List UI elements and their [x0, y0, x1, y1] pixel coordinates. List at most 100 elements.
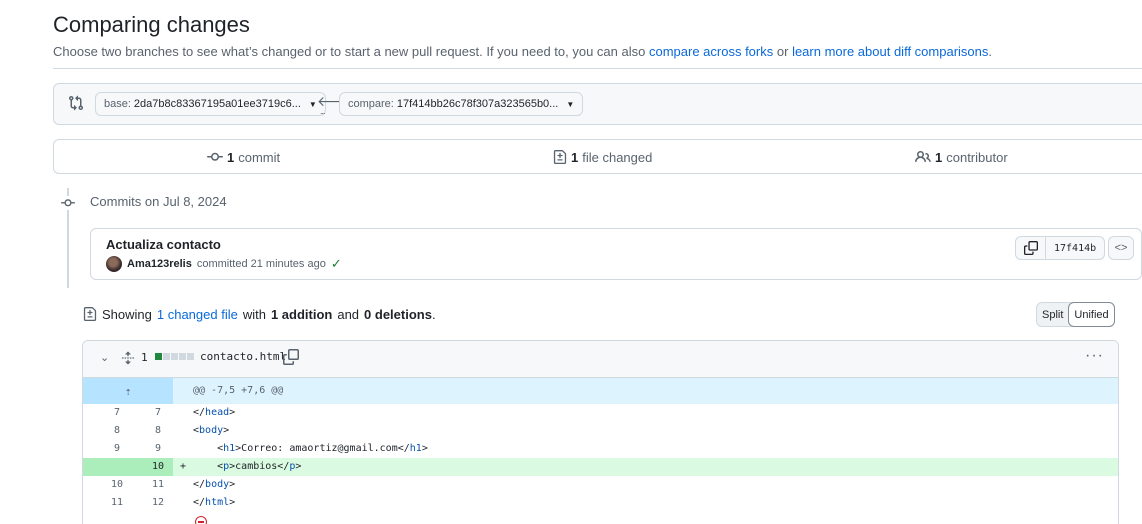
- diff-line: 7 7 </head>: [83, 404, 1118, 422]
- description-prefix: Choose two branches to see what’s change…: [53, 44, 646, 59]
- base-label: base:: [104, 98, 131, 110]
- git-commit-icon: [60, 196, 76, 210]
- changed-files-link[interactable]: 1 changed file: [157, 307, 238, 322]
- page-title: Comparing changes: [53, 12, 250, 37]
- diff-code: </html>: [193, 497, 236, 508]
- compare-across-forks-link[interactable]: compare across forks: [649, 44, 773, 59]
- with-text: with: [242, 306, 266, 322]
- range-editor: base: 2da7b8c83367195a01ee3719c6... ▼ 🡐 …: [53, 83, 1142, 125]
- commits-count: 1: [227, 149, 235, 165]
- diff-line: 11 12 </html>: [83, 494, 1118, 512]
- commits-date-heading: Commits on Jul 8, 2024: [90, 194, 227, 209]
- unfold-icon[interactable]: [121, 350, 135, 366]
- commit-sha-link[interactable]: 17f414b: [1046, 237, 1104, 259]
- caret-down-icon: ▼: [566, 99, 575, 109]
- check-icon[interactable]: ✓: [331, 256, 342, 272]
- added-marker: +: [180, 461, 187, 472]
- diff-line: 8 8 <body>: [83, 422, 1118, 440]
- new-line-number[interactable]: 8: [138, 425, 178, 436]
- commit-author-link[interactable]: Ama123relis: [127, 258, 192, 270]
- git-compare-icon: [69, 95, 84, 111]
- range-dots: ...: [320, 106, 325, 116]
- diffstat-neutral-block: [187, 353, 194, 360]
- diff-code: <h1>Correo: amaortiz@gmail.com</h1>: [193, 443, 428, 454]
- new-line-number[interactable]: 9: [138, 443, 178, 454]
- copy-icon[interactable]: [283, 349, 299, 365]
- browse-repo-button[interactable]: <>: [1108, 236, 1134, 260]
- new-line-number[interactable]: 7: [138, 407, 178, 418]
- diff-line: 9 9 <h1>Correo: amaortiz@gmail.com</h1>: [83, 440, 1118, 458]
- copy-icon: [1023, 241, 1038, 255]
- contributors-tab[interactable]: 1 contributor: [915, 149, 1008, 165]
- diff-summary: Showing 1 changed file with 1 addition a…: [83, 306, 436, 322]
- diff-view-toggle: Split Unified: [1036, 302, 1115, 327]
- diff-line: 10 11 </body>: [83, 476, 1118, 494]
- old-line-number[interactable]: 8: [97, 425, 137, 436]
- learn-more-diff-link[interactable]: learn more about diff comparisons: [792, 44, 988, 59]
- diff-code: </head>: [193, 407, 236, 418]
- file-name-link[interactable]: contacto.html: [200, 350, 286, 363]
- split-view-button[interactable]: Split: [1037, 303, 1068, 326]
- commit-sha-group: 17f414b: [1015, 236, 1106, 260]
- summary-period: .: [431, 306, 436, 322]
- file-diff-icon: [553, 150, 567, 164]
- file-header: ⌄ 1 contacto.html ···: [83, 341, 1118, 378]
- caret-down-icon: ▼: [308, 99, 317, 109]
- base-branch-select[interactable]: base: 2da7b8c83367195a01ee3719c6... ▼: [95, 92, 326, 116]
- files-label: file changed: [582, 149, 653, 165]
- old-line-number[interactable]: 9: [97, 443, 137, 454]
- description-suffix: .: [988, 44, 992, 59]
- diffstat-bar: [155, 353, 194, 360]
- new-line-number[interactable]: 11: [138, 479, 178, 490]
- commits-label: commit: [238, 149, 281, 165]
- commit-action: committed 21 minutes ago: [196, 258, 326, 270]
- old-line-number[interactable]: 11: [97, 497, 137, 508]
- new-line-number[interactable]: 12: [138, 497, 178, 508]
- diff-code: <body>: [193, 425, 230, 436]
- expand-up-icon[interactable]: ⇡: [83, 378, 173, 404]
- diffstat-neutral-block: [163, 353, 170, 360]
- kebab-horizontal-icon[interactable]: ···: [1085, 347, 1104, 365]
- avatar[interactable]: [106, 256, 122, 272]
- git-commit-icon: [207, 152, 223, 161]
- files-changed-tab[interactable]: 1 file changed: [553, 149, 652, 165]
- commit-meta: Ama123relis committed 21 minutes ago ✓: [106, 256, 342, 272]
- diff-line-added: 10 + <p>cambios</p>: [83, 458, 1118, 476]
- file-change-count: 1: [141, 351, 148, 364]
- compare-branch-select[interactable]: compare: 17f414bb26c78f307a323565b0... ▼: [339, 92, 584, 116]
- diffstat-neutral-block: [179, 353, 186, 360]
- compare-stats: 1 commit 1 file changed 1 contributor: [53, 139, 1142, 174]
- contributors-label: contributor: [946, 149, 1008, 165]
- hunk-header: @@ -7,5 +7,6 @@: [193, 385, 284, 396]
- commit-title-link[interactable]: Actualiza contacto: [106, 237, 221, 252]
- compare-label: compare:: [348, 98, 394, 110]
- diffstat-added-block: [155, 353, 162, 360]
- base-value: 2da7b8c83367195a01ee3719c6...: [133, 98, 301, 110]
- code-icon: <>: [1114, 242, 1128, 254]
- files-count: 1: [571, 149, 579, 165]
- diffstat-neutral-block: [171, 353, 178, 360]
- diff-code: </body>: [193, 479, 236, 490]
- page-description: Choose two branches to see what’s change…: [53, 44, 992, 59]
- and-text: and: [337, 306, 360, 322]
- chevron-down-icon[interactable]: ⌄: [100, 351, 109, 364]
- unified-view-button[interactable]: Unified: [1068, 302, 1115, 327]
- old-line-number[interactable]: 7: [97, 407, 137, 418]
- new-line-number[interactable]: 10: [138, 461, 178, 472]
- commits-tab[interactable]: 1 commit: [207, 149, 280, 165]
- old-line-number[interactable]: 10: [97, 479, 137, 490]
- people-icon: [915, 150, 931, 163]
- header-divider: [53, 68, 1142, 69]
- deletions-count: 0 deletions: [364, 306, 432, 322]
- diff-code: <p>cambios</p>: [193, 461, 302, 472]
- copy-sha-button[interactable]: [1016, 237, 1046, 259]
- file-diff-icon: [83, 307, 97, 321]
- diff-table: ⇡ @@ -7,5 +7,6 @@ 7 7 </head> 8 8 <body>…: [83, 378, 1118, 512]
- contributors-count: 1: [935, 149, 943, 165]
- hunk-header-row: ⇡ @@ -7,5 +7,6 @@: [83, 378, 1118, 404]
- showing-text: Showing: [102, 306, 152, 322]
- additions-count: 1 addition: [270, 306, 333, 322]
- description-or: or: [776, 44, 789, 59]
- commit-row: Actualiza contacto Ama123relis committed…: [90, 228, 1142, 280]
- no-newline-icon: [195, 516, 207, 524]
